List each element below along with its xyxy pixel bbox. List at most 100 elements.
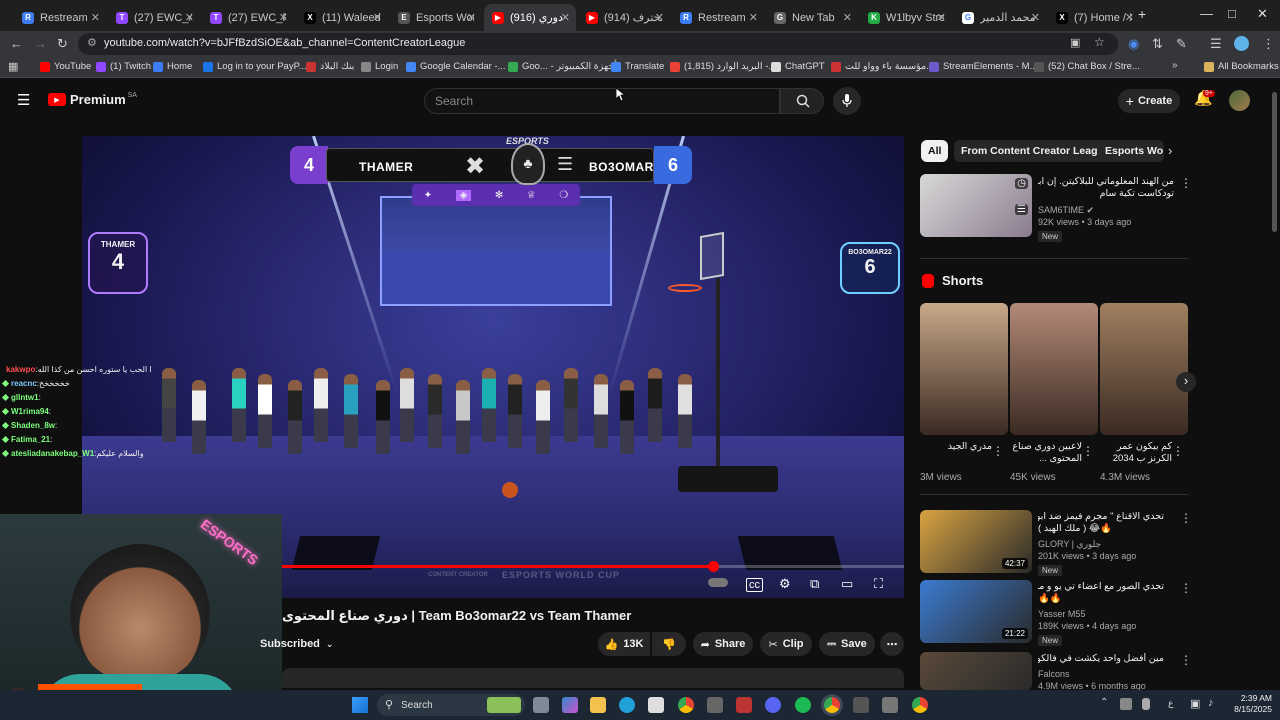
short-thumbnail[interactable]: [1100, 303, 1188, 435]
browser-tab[interactable]: ▶ (914) محترف✕: [578, 4, 670, 31]
forward-icon[interactable]: →: [34, 36, 47, 51]
tab-close-icon[interactable]: ✕: [749, 11, 758, 24]
tab-close-icon[interactable]: ✕: [91, 11, 100, 24]
fullscreen-icon[interactable]: ⛶: [874, 576, 883, 592]
app-icon[interactable]: [853, 697, 869, 713]
apps-grid-icon[interactable]: ▦: [8, 60, 18, 73]
filter-chip[interactable]: Esports Wo: [1098, 140, 1164, 162]
browser-tab[interactable]: K W1lbyv Strea✕: [860, 4, 952, 31]
voice-search-button[interactable]: [833, 87, 861, 115]
extension-icon[interactable]: ◉: [1128, 36, 1139, 52]
browser-tab[interactable]: ▶ (916) دوري ✕: [484, 4, 576, 31]
bookmark-item[interactable]: (52) Chat Box / Stre...: [1034, 61, 1140, 72]
more-options-icon[interactable]: ⋮: [1172, 444, 1184, 458]
tab-close-icon[interactable]: ✕: [1031, 11, 1040, 24]
store-icon[interactable]: [648, 697, 664, 713]
search-button[interactable]: [780, 88, 824, 114]
tab-close-icon[interactable]: ✕: [279, 11, 288, 24]
taskbar-search[interactable]: ⚲ Search: [377, 694, 525, 716]
copilot-icon[interactable]: [562, 697, 578, 713]
site-info-icon[interactable]: ⚙: [87, 36, 97, 49]
video-title-line2[interactable]: تودكاست تكية سام: [1038, 188, 1174, 200]
chrome-icon[interactable]: [678, 697, 694, 713]
browser-tab[interactable]: X (11) Waleed ✕: [296, 4, 388, 31]
video-title[interactable]: تحدي الاقناع " مجرم فيمز ضد ابو عابد: [1038, 511, 1164, 523]
browser-tab[interactable]: R Restream ✕: [14, 4, 106, 31]
scrollbar[interactable]: [1272, 92, 1277, 232]
file-explorer-icon[interactable]: [590, 697, 606, 713]
video-title-line2[interactable]: ( ملك الهبد ) 😂🔥: [1038, 523, 1164, 535]
extensions-puzzle-icon[interactable]: ✎: [1176, 36, 1187, 52]
browser-tab[interactable]: R Restream ✕: [672, 4, 764, 31]
description-box[interactable]: [282, 668, 904, 688]
app-icon[interactable]: [707, 697, 723, 713]
more-options-icon[interactable]: ⋮: [1082, 444, 1094, 458]
reload-icon[interactable]: ↻: [57, 36, 68, 52]
video-thumbnail[interactable]: ◷ ☰: [920, 174, 1032, 237]
video-thumbnail[interactable]: [920, 652, 1032, 690]
channel-name[interactable]: Falcons: [1038, 669, 1070, 679]
spotify-icon[interactable]: [795, 697, 811, 713]
bookmark-item[interactable]: Google Calendar -...: [406, 61, 506, 72]
video-title[interactable]: تحدي الصور مع اعضاء تي يو و مدير العالم: [1038, 581, 1164, 593]
hamburger-menu-icon[interactable]: ☰: [17, 91, 30, 109]
bookmark-item[interactable]: Log in to your PayP...: [203, 61, 307, 72]
browser-tab[interactable]: T (27) EWC_Pl ✕: [202, 4, 294, 31]
app-icon[interactable]: [736, 697, 752, 713]
tab-close-icon[interactable]: ✕: [655, 11, 664, 24]
short-thumbnail[interactable]: [1010, 303, 1098, 435]
short-title[interactable]: لاعبين دوري صناع المحتوى ...: [1010, 441, 1082, 467]
edge-icon[interactable]: [619, 697, 635, 713]
browser-tab[interactable]: T (27) EWC_Ar✕: [108, 4, 200, 31]
tray-icon[interactable]: [1120, 698, 1132, 710]
bookmark-item[interactable]: YouTube: [40, 61, 91, 72]
browser-menu-icon[interactable]: ⋮: [1262, 36, 1275, 52]
filter-chip[interactable]: All: [921, 140, 949, 162]
miniplayer-icon[interactable]: ⧉: [810, 576, 819, 592]
create-button[interactable]: + Create: [1118, 89, 1180, 113]
maximize-icon[interactable]: □: [1228, 6, 1236, 21]
discord-icon[interactable]: [765, 697, 781, 713]
short-thumbnail[interactable]: [920, 303, 1008, 435]
bookmark-item[interactable]: Goo... - أجهزة الكمبيوتر: [508, 61, 617, 72]
more-options-icon[interactable]: ⋮: [1180, 653, 1192, 667]
chrome-icon[interactable]: [824, 697, 840, 713]
search-input[interactable]: [425, 89, 779, 113]
profile-avatar[interactable]: [1234, 36, 1249, 51]
channel-name[interactable]: GLORY | جلوري: [1038, 539, 1101, 550]
tab-close-icon[interactable]: ✕: [937, 11, 946, 24]
video-title[interactable]: مين أفضل واحد يكشت في فالكونز ؟: [1038, 653, 1164, 665]
clip-button[interactable]: ✂ Clip: [760, 632, 812, 656]
short-title[interactable]: كم بيكون عمر الكرنز ب 2034: [1100, 441, 1172, 467]
shorts-next-icon[interactable]: ›: [1176, 372, 1196, 392]
bookmark-item[interactable]: بنك البلاد: [306, 61, 354, 72]
bookmark-item[interactable]: ChatGPT: [771, 61, 825, 72]
account-avatar[interactable]: [1229, 90, 1250, 111]
captions-icon[interactable]: cc: [746, 578, 763, 592]
more-actions-button[interactable]: ⋯: [880, 632, 904, 656]
more-options-icon[interactable]: ⋮: [1180, 511, 1192, 525]
window-close-icon[interactable]: ✕: [1257, 6, 1268, 22]
bookmark-star-icon[interactable]: ☆: [1094, 35, 1105, 49]
chrome-icon[interactable]: [912, 697, 928, 713]
language-icon[interactable]: ع: [1168, 698, 1173, 709]
video-title-line2[interactable]: 🔥🔥: [1038, 593, 1164, 605]
video-thumbnail[interactable]: 42:37: [920, 510, 1032, 573]
filter-chip[interactable]: From Content Creator League: [954, 140, 1117, 162]
tray-overflow-icon[interactable]: ⌃: [1100, 697, 1108, 708]
install-app-icon[interactable]: ▣: [1070, 36, 1080, 49]
save-button[interactable]: ⎓ Save: [819, 632, 875, 656]
media-icon[interactable]: ☰: [1210, 36, 1222, 52]
minimize-icon[interactable]: —: [1200, 6, 1213, 21]
bookmark-item[interactable]: StreamElements - M...: [929, 61, 1038, 72]
theater-mode-icon[interactable]: ▭: [841, 576, 853, 592]
tab-close-icon[interactable]: ✕: [467, 11, 476, 24]
tab-close-icon[interactable]: ✕: [185, 11, 194, 24]
autoplay-toggle[interactable]: [708, 578, 728, 587]
browser-tab[interactable]: G New Tab ✕: [766, 4, 858, 31]
app-icon[interactable]: [882, 697, 898, 713]
share-button[interactable]: ➦ Share: [693, 632, 753, 656]
volume-icon[interactable]: ♪: [1208, 697, 1214, 709]
more-options-icon[interactable]: ⋮: [1180, 581, 1192, 595]
video-title[interactable]: من الهند المعلوماتي للبلاكيتن. إن ابو سج…: [1038, 176, 1174, 188]
